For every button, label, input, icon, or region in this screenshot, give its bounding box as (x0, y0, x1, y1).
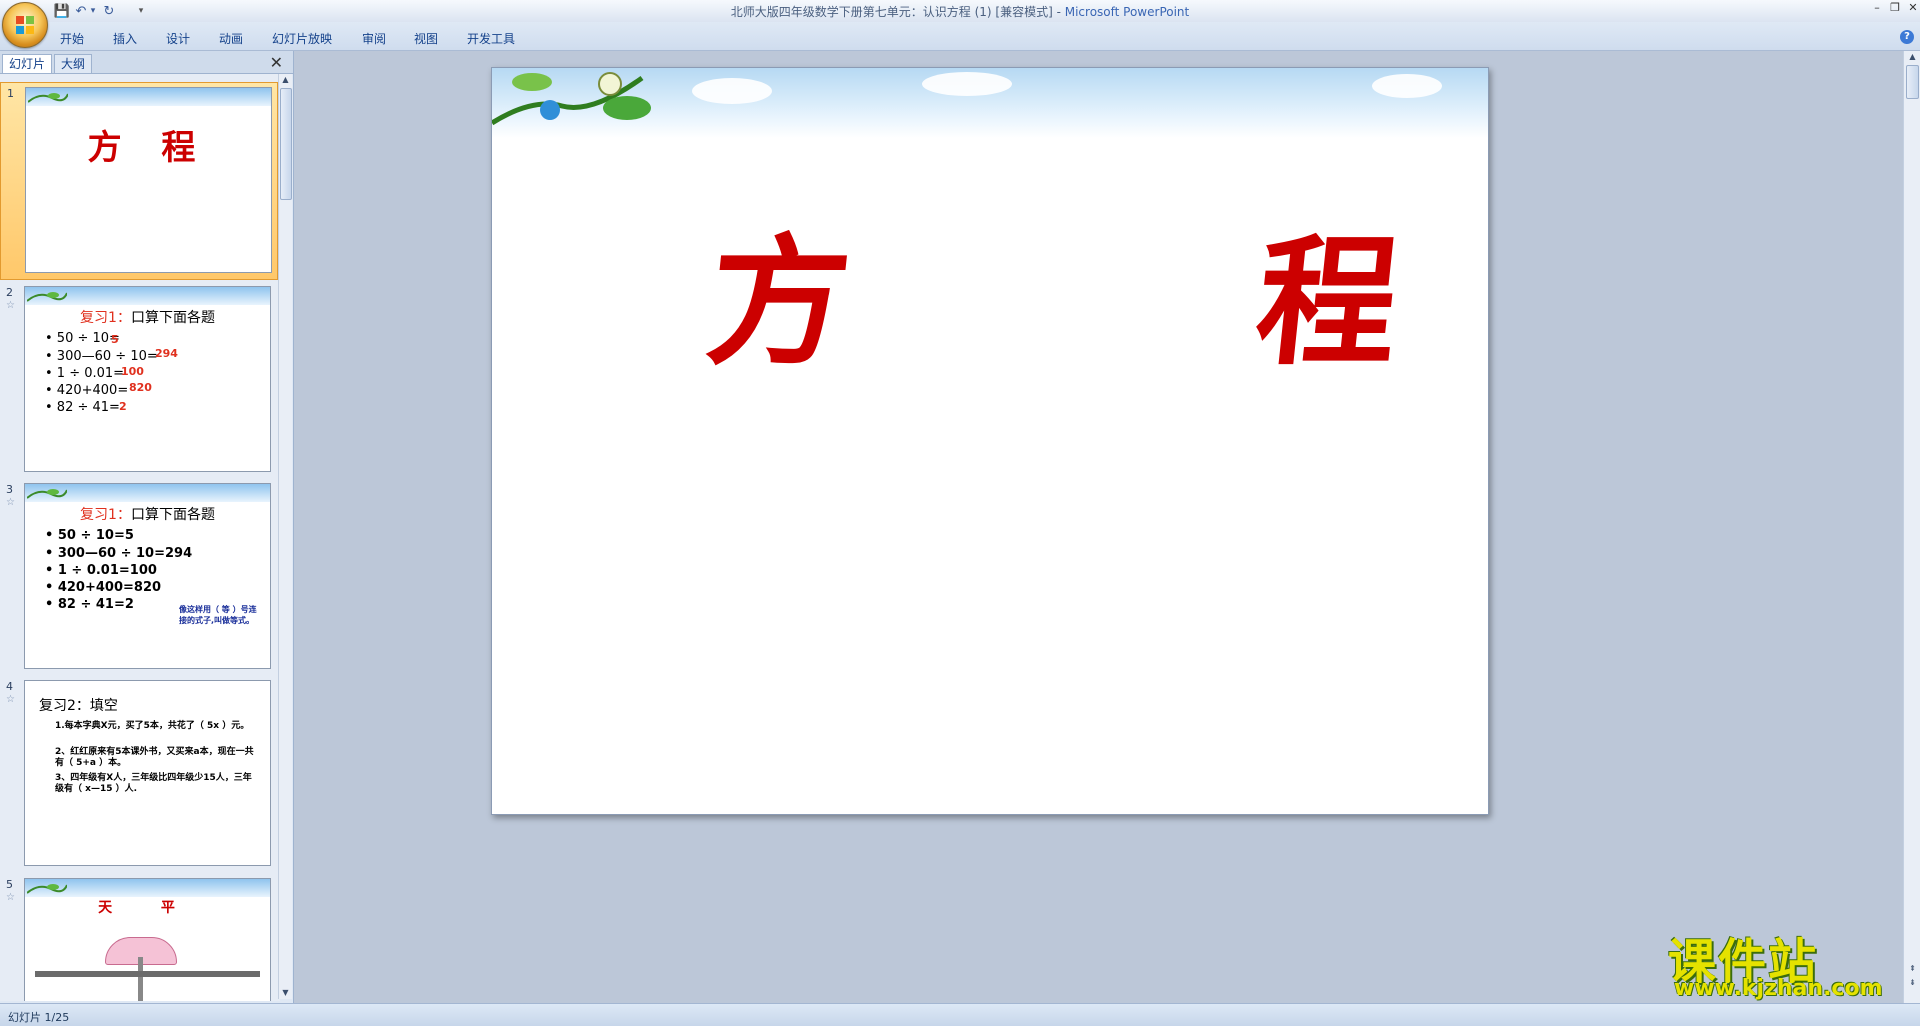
scroll-down-icon[interactable]: ▼ (279, 987, 292, 999)
slide-number: 3 (6, 483, 13, 496)
thumbnail-scrollbar[interactable]: ▲ ▼ (278, 74, 292, 999)
tab-home[interactable]: 开始 (60, 30, 84, 47)
app-name: Microsoft PowerPoint (1064, 5, 1190, 19)
tab-slideshow[interactable]: 幻灯片放映 (272, 30, 332, 47)
list-item: • 300—60 ÷ 10=294 (45, 546, 193, 561)
vine-icon (27, 292, 67, 302)
answer: 5 (111, 333, 119, 346)
watermark-url: www.kjzhan.com (1674, 976, 1883, 1001)
previous-slide-icon[interactable]: ⇞ (1904, 963, 1920, 975)
tab-slides[interactable]: 幻灯片 (2, 54, 53, 73)
answer: 820 (129, 381, 152, 394)
tab-design[interactable]: 设计 (166, 30, 190, 47)
minimize-button[interactable]: – (1868, 1, 1886, 15)
banner-decoration (492, 68, 1488, 138)
vine-snail-icon (492, 72, 651, 126)
slide-thumbnail-5[interactable]: 5 ☆ 天 平 (0, 874, 276, 1001)
slide-thumbnail-2[interactable]: 2 ☆ 复习1：口算下面各题 • 50 ÷ 10= 5 • 300—60 ÷ 1… (0, 282, 276, 478)
slide-preview: 方 程 (25, 87, 272, 273)
animation-star-icon: ☆ (6, 694, 15, 705)
watermark-logo: 课件站 www.kjzhan.com (1668, 922, 1900, 1002)
list-item: • 300—60 ÷ 10= (45, 349, 158, 364)
slide-heading: 复习1：口算下面各题 (80, 507, 215, 523)
slide-thumbnail-1[interactable]: 1 方 程 (0, 82, 278, 280)
scrollbar-thumb[interactable] (280, 88, 292, 200)
tab-view[interactable]: 视图 (414, 30, 438, 47)
slide-editor: 方 程 (294, 51, 1897, 1003)
slide-preview: 复习1：口算下面各题 • 50 ÷ 10=5 • 300—60 ÷ 10=294… (24, 483, 271, 669)
animation-star-icon: ☆ (6, 892, 15, 903)
tab-insert[interactable]: 插入 (113, 30, 137, 47)
status-bar: 幻灯片 1/25 (0, 1003, 1920, 1026)
title-bar: 💾 ↶ ▾ ↻ ▾ 北师大版四年级数学下册第七单元：认识方程 (1) [兼容模式… (0, 0, 1920, 23)
close-window-button[interactable]: ✕ (1904, 1, 1920, 15)
answer: 294 (155, 347, 178, 360)
list-item: • 82 ÷ 41=2 (45, 597, 134, 612)
help-icon[interactable]: ? (1900, 30, 1914, 44)
answer: 2 (119, 400, 127, 413)
answer: 100 (121, 365, 144, 378)
list-item: • 50 ÷ 10=5 (45, 528, 134, 543)
vine-icon (28, 93, 68, 103)
slide-number: 5 (6, 878, 13, 891)
list-item: • 420+400= (45, 383, 129, 398)
vine-icon (27, 489, 67, 499)
slide-preview: 复习2：填空 1.每本字典X元，买了5本，共花了（ 5x ）元。 2、红红原来有… (24, 680, 271, 866)
vine-icon (27, 884, 67, 894)
list-item: • 1 ÷ 0.01=100 (45, 563, 157, 578)
slide-heading: 复习1：口算下面各题 (80, 310, 215, 326)
tab-animations[interactable]: 动画 (219, 30, 243, 47)
list-item: 2、红红原来有5本课外书，又买来a本，现在一共有（ 5+a ）本。 (55, 747, 254, 768)
slide-preview: 复习1：口算下面各题 • 50 ÷ 10= 5 • 300—60 ÷ 10= 2… (24, 286, 271, 472)
slides-pane: 幻灯片 大纲 ✕ 1 方 程 2 ☆ 复习1：口算下面各题 • 50 ÷ 10=… (0, 51, 294, 1003)
current-slide[interactable]: 方 程 (491, 67, 1489, 815)
office-button[interactable] (2, 2, 48, 48)
scroll-up-icon[interactable]: ▲ (1904, 51, 1920, 63)
list-item: • 82 ÷ 41= (45, 400, 120, 415)
list-item: 1.每本字典X元，买了5本，共花了（ 5x ）元。 (55, 721, 250, 731)
cloud-decoration (1372, 74, 1442, 98)
animation-star-icon: ☆ (6, 300, 15, 311)
balance-scale-post (138, 957, 143, 1001)
tab-review[interactable]: 审阅 (362, 30, 386, 47)
scroll-up-icon[interactable]: ▲ (279, 74, 292, 86)
slide-thumbnail-3[interactable]: 3 ☆ 复习1：口算下面各题 • 50 ÷ 10=5 • 300—60 ÷ 10… (0, 479, 276, 675)
slide-number: 2 (6, 286, 13, 299)
slide-title[interactable]: 方 程 (699, 190, 1488, 392)
ribbon-tabs: 开始 插入 设计 动画 幻灯片放映 审阅 视图 开发工具 ? (0, 22, 1920, 51)
office-logo-icon (16, 16, 34, 34)
next-slide-icon[interactable]: ⇟ (1904, 977, 1920, 989)
note-text: 像这样用（ 等 ）号连接的式子,叫做等式。 (179, 605, 257, 625)
restore-button[interactable]: ❐ (1886, 1, 1904, 15)
slide-preview: 天 平 (24, 878, 271, 1001)
cloud-decoration (692, 78, 772, 104)
close-pane-icon[interactable]: ✕ (270, 53, 283, 72)
slide-number: 4 (6, 680, 13, 693)
list-item: • 50 ÷ 10= (45, 331, 120, 346)
document-title: 北师大版四年级数学下册第七单元：认识方程 (1) [兼容模式] (730, 5, 1053, 19)
slide-number: 1 (7, 87, 14, 100)
list-item: 3、四年级有X人，三年级比四年级少15人，三年级有（ x—15 ）人. (55, 773, 252, 794)
thumbnail-list: 1 方 程 2 ☆ 复习1：口算下面各题 • 50 ÷ 10= 5 • 300—… (0, 74, 280, 1001)
window-title: 北师大版四年级数学下册第七单元：认识方程 (1) [兼容模式] - Micros… (730, 5, 1190, 19)
slide-title: 天 平 (98, 900, 197, 916)
cloud-decoration (922, 72, 1012, 96)
slide-heading: 复习2：填空 (39, 698, 118, 714)
tab-outline[interactable]: 大纲 (54, 54, 93, 73)
editor-scrollbar[interactable]: ▲ ⇞ ⇟ (1903, 51, 1920, 1003)
list-item: • 1 ÷ 0.01= (45, 366, 125, 381)
tab-developer[interactable]: 开发工具 (467, 30, 515, 47)
pane-tabs: 幻灯片 大纲 ✕ (0, 51, 293, 74)
balance-scale-beam (35, 971, 260, 977)
slide-thumbnail-4[interactable]: 4 ☆ 复习2：填空 1.每本字典X元，买了5本，共花了（ 5x ）元。 2、红… (0, 676, 276, 872)
slide-title: 方 程 (87, 128, 210, 168)
slide-counter: 幻灯片 1/25 (8, 1011, 70, 1024)
scrollbar-thumb[interactable] (1906, 65, 1919, 99)
list-item: • 420+400=820 (45, 580, 162, 595)
animation-star-icon: ☆ (6, 497, 15, 508)
